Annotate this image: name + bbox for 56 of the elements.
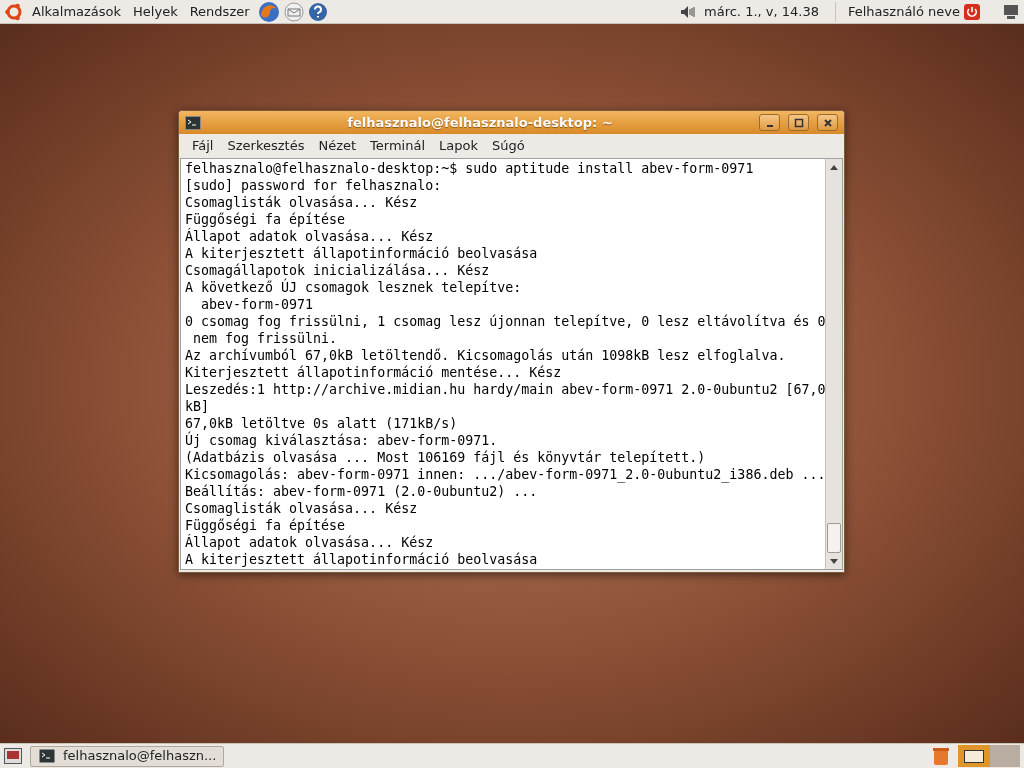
logo-icon <box>4 1 24 22</box>
terminal-icon <box>39 749 55 763</box>
terminal-line: 67,0kB letöltve 0s alatt (171kB/s) <box>185 415 458 431</box>
workspace-switcher[interactable] <box>958 745 1020 767</box>
terminal-line: Függőségi fa építése <box>185 211 346 228</box>
terminal-line: Állapot adatok olvasása... Kész <box>185 228 434 245</box>
panel-menu[interactable]: Alkalmazások <box>28 1 126 22</box>
terminal-line: 0 csomag fog frissülni, 1 csomag lesz újonnan telepítve, 0 lesz eltávolítva és 0 <box>185 313 825 330</box>
terminal-line: A kiterjesztett állapotinformáció beolvasása <box>185 245 538 262</box>
terminal-line: Kicsomagolás: abev-form-0971 innen: .../abev-form-0971_2.0-0ubuntu2_i386.deb ... <box>185 466 825 483</box>
terminal-line: A kiterjesztett állapotinformáció beolvasása <box>185 551 538 568</box>
help-icon[interactable] <box>307 1 328 22</box>
menu-item[interactable]: Fájl <box>185 136 221 156</box>
taskbar-button[interactable]: felhasznalo@felhaszn... <box>30 745 224 767</box>
terminal-line: Csomaglisták olvasása... Kész <box>185 500 418 517</box>
show-desktop-icon[interactable] <box>4 748 22 764</box>
terminal-line: Új csomag kiválasztása: abev-form-0971. <box>185 432 498 449</box>
menu-item[interactable]: Lapok <box>432 136 485 156</box>
terminal-line: abev-form-0971 <box>200 296 314 313</box>
panel-menu[interactable]: Helyek <box>129 1 182 22</box>
scrollbar[interactable] <box>825 159 842 569</box>
close-button[interactable] <box>817 114 838 131</box>
terminal-line: A következő ÚJ csomagok lesznek telepítve: <box>185 279 522 296</box>
menu-item[interactable]: Terminál <box>363 136 433 156</box>
scroll-down-icon[interactable] <box>830 558 838 564</box>
trash-icon[interactable] <box>932 746 950 766</box>
terminal-line: (Adatbázis olvasása ... Most 106169 fájl és könyvtár telepített.) <box>185 449 706 466</box>
terminal-line: Állapot adatok olvasása... Kész <box>185 534 434 551</box>
terminal-line: Kiterjesztett állapotinformáció mentése... Kész <box>185 364 562 381</box>
terminal-line: Beállítás: abev-form-0971 (2.0-0ubuntu2) ... <box>185 483 538 500</box>
menu-item[interactable]: Nézet <box>311 136 364 156</box>
terminal-line: felhasznalo@felhasznalo-desktop:~$ sudo aptitude install abev-form-0971 <box>185 160 754 177</box>
terminal-line: Az archívumból 67,0kB letöltendő. Kicsomagolás után 1098kB lesz elfoglalva. <box>185 347 786 364</box>
minimize-button[interactable] <box>759 114 780 131</box>
terminal-line: Csomaglisták olvasása... Kész <box>185 194 418 211</box>
window-title: felhasznalo@felhasznalo-desktop: ~ <box>346 113 614 132</box>
browser-icon[interactable] <box>257 0 280 23</box>
close-icon[interactable] <box>822 117 833 128</box>
mail-icon[interactable] <box>283 1 304 22</box>
power-icon[interactable] <box>964 3 980 20</box>
terminal-line: kB] <box>185 398 210 415</box>
terminal-line: Csomagállapotok inicializálása... Kész <box>185 262 490 279</box>
panel-menu[interactable]: Rendszer <box>185 1 254 22</box>
clock-text[interactable]: márc. 1., v, 14.38 <box>700 1 823 22</box>
user-name[interactable]: Felhasználó neve <box>848 1 960 22</box>
terminal-line: [sudo] password for felhasznalo: <box>185 177 442 194</box>
terminal-line: nem fog frissülni. <box>192 330 338 347</box>
maximize-icon[interactable] <box>793 117 804 128</box>
maximize-button[interactable] <box>788 114 809 131</box>
terminal-icon <box>185 115 201 130</box>
menu-item[interactable]: Szerkesztés <box>220 136 312 156</box>
menu-item[interactable]: Súgó <box>485 136 532 156</box>
terminal-line: Leszedés:1 http://archive.midian.hu hardy/main abev-form-0971 2.0-0ubuntu2 [67,0 <box>185 381 825 398</box>
terminal-line: Függőségi fa építése <box>185 517 346 534</box>
scroll-thumb[interactable] <box>827 523 841 553</box>
scroll-up-icon[interactable] <box>830 164 838 170</box>
